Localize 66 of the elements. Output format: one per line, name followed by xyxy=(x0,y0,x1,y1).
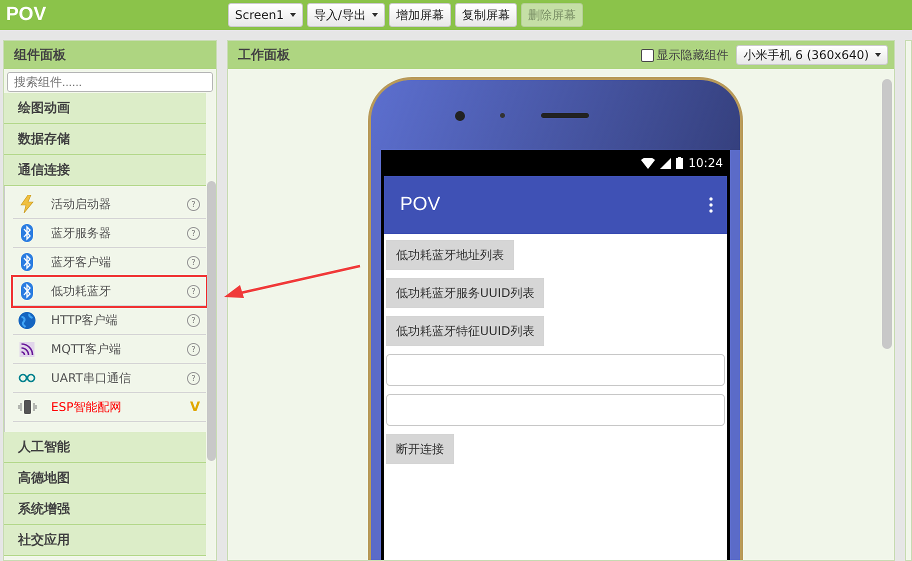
component-item[interactable]: 蓝牙客户端 ? xyxy=(13,248,206,277)
app-button[interactable]: 低功耗蓝牙特征UUID列表 xyxy=(386,316,544,346)
help-icon[interactable]: ? xyxy=(187,314,200,326)
category-header[interactable]: 数据存储 xyxy=(4,124,206,155)
app-button[interactable]: 低功耗蓝牙地址列表 xyxy=(386,240,514,270)
help-icon[interactable]: ? xyxy=(187,342,200,356)
component-label: ESP智能配网 xyxy=(51,398,122,416)
category-header[interactable]: 社交应用 xyxy=(4,525,206,556)
component-label: 蓝牙服务器 xyxy=(51,224,112,242)
scrollbar[interactable] xyxy=(882,79,892,349)
component-label: HTTP客户端 xyxy=(51,312,119,328)
category-header[interactable]: 系统增强 xyxy=(4,494,206,525)
text-field[interactable] xyxy=(386,394,725,426)
category-header[interactable]: 人工智能 xyxy=(4,432,206,463)
category-header[interactable]: 高德地图 xyxy=(4,463,206,494)
component-label: 活动启动器 xyxy=(51,196,112,212)
component-item[interactable]: 活动启动器 ? xyxy=(13,190,206,219)
component-item[interactable]: HTTP客户端 ? xyxy=(13,306,206,335)
component-item[interactable]: 低功耗蓝牙 ? xyxy=(13,277,206,306)
extension-mark: V xyxy=(190,400,200,414)
dropdown-button[interactable]: Screen1 xyxy=(228,3,303,27)
app-button[interactable]: 断开连接 xyxy=(386,434,454,464)
sensor-icon xyxy=(500,113,505,118)
caret-icon xyxy=(875,53,881,57)
help-icon[interactable]: ? xyxy=(187,226,200,240)
app-title: POV xyxy=(6,4,48,26)
caret-icon xyxy=(372,13,378,17)
search-field[interactable]: 搜索组件...... xyxy=(7,72,213,92)
text-field[interactable] xyxy=(386,354,725,386)
device-dropdown[interactable]: 小米手机 6 (360x640) xyxy=(736,45,888,65)
category-header[interactable]: 绘图动画 xyxy=(4,93,206,124)
status-time: 10:24 xyxy=(688,156,723,170)
signal-waves-icon xyxy=(17,342,37,356)
help-icon[interactable]: ? xyxy=(187,372,200,384)
speaker-icon xyxy=(541,113,589,118)
panel-title: 工作面板 xyxy=(238,47,290,64)
panel-title: 组件面板 xyxy=(14,47,66,64)
component-label: MQTT客户端 xyxy=(51,340,122,358)
battery-icon xyxy=(676,157,684,169)
app-button[interactable]: 低功耗蓝牙服务UUID列表 xyxy=(386,278,544,308)
wifi-icon xyxy=(641,158,656,168)
component-label: UART串口通信 xyxy=(51,370,132,386)
component-item[interactable]: UART串口通信 ? xyxy=(13,364,206,393)
help-icon[interactable]: ? xyxy=(187,256,200,268)
caret-icon xyxy=(290,13,296,17)
checkbox-label: 显示隐藏组件 xyxy=(656,46,728,64)
camera-icon xyxy=(455,111,465,121)
help-icon[interactable]: ? xyxy=(187,198,200,210)
infinity-icon xyxy=(17,373,37,383)
signal-icon xyxy=(660,158,672,168)
globe-icon xyxy=(17,312,37,328)
toolbar-button[interactable]: 复制屏幕 xyxy=(454,3,517,27)
scrollbar[interactable] xyxy=(207,181,216,461)
component-item[interactable]: ESP智能配网 V xyxy=(13,393,206,422)
more-icon[interactable] xyxy=(709,197,713,213)
component-item[interactable]: 蓝牙服务器 ? xyxy=(13,219,206,248)
phone-vibrate-icon xyxy=(17,399,37,415)
dropdown-button[interactable]: 导入/导出 xyxy=(306,3,385,27)
checkbox[interactable] xyxy=(641,48,654,62)
app-bar-title: POV xyxy=(400,194,440,216)
component-item[interactable]: MQTT客户端 ? xyxy=(13,335,206,364)
category-header[interactable]: 通信连接 xyxy=(4,155,206,186)
help-icon[interactable]: ? xyxy=(187,284,200,298)
toolbar-button[interactable]: 增加屏幕 xyxy=(388,3,451,27)
component-label: 蓝牙客户端 xyxy=(51,254,112,270)
component-label: 低功耗蓝牙 xyxy=(51,282,112,300)
